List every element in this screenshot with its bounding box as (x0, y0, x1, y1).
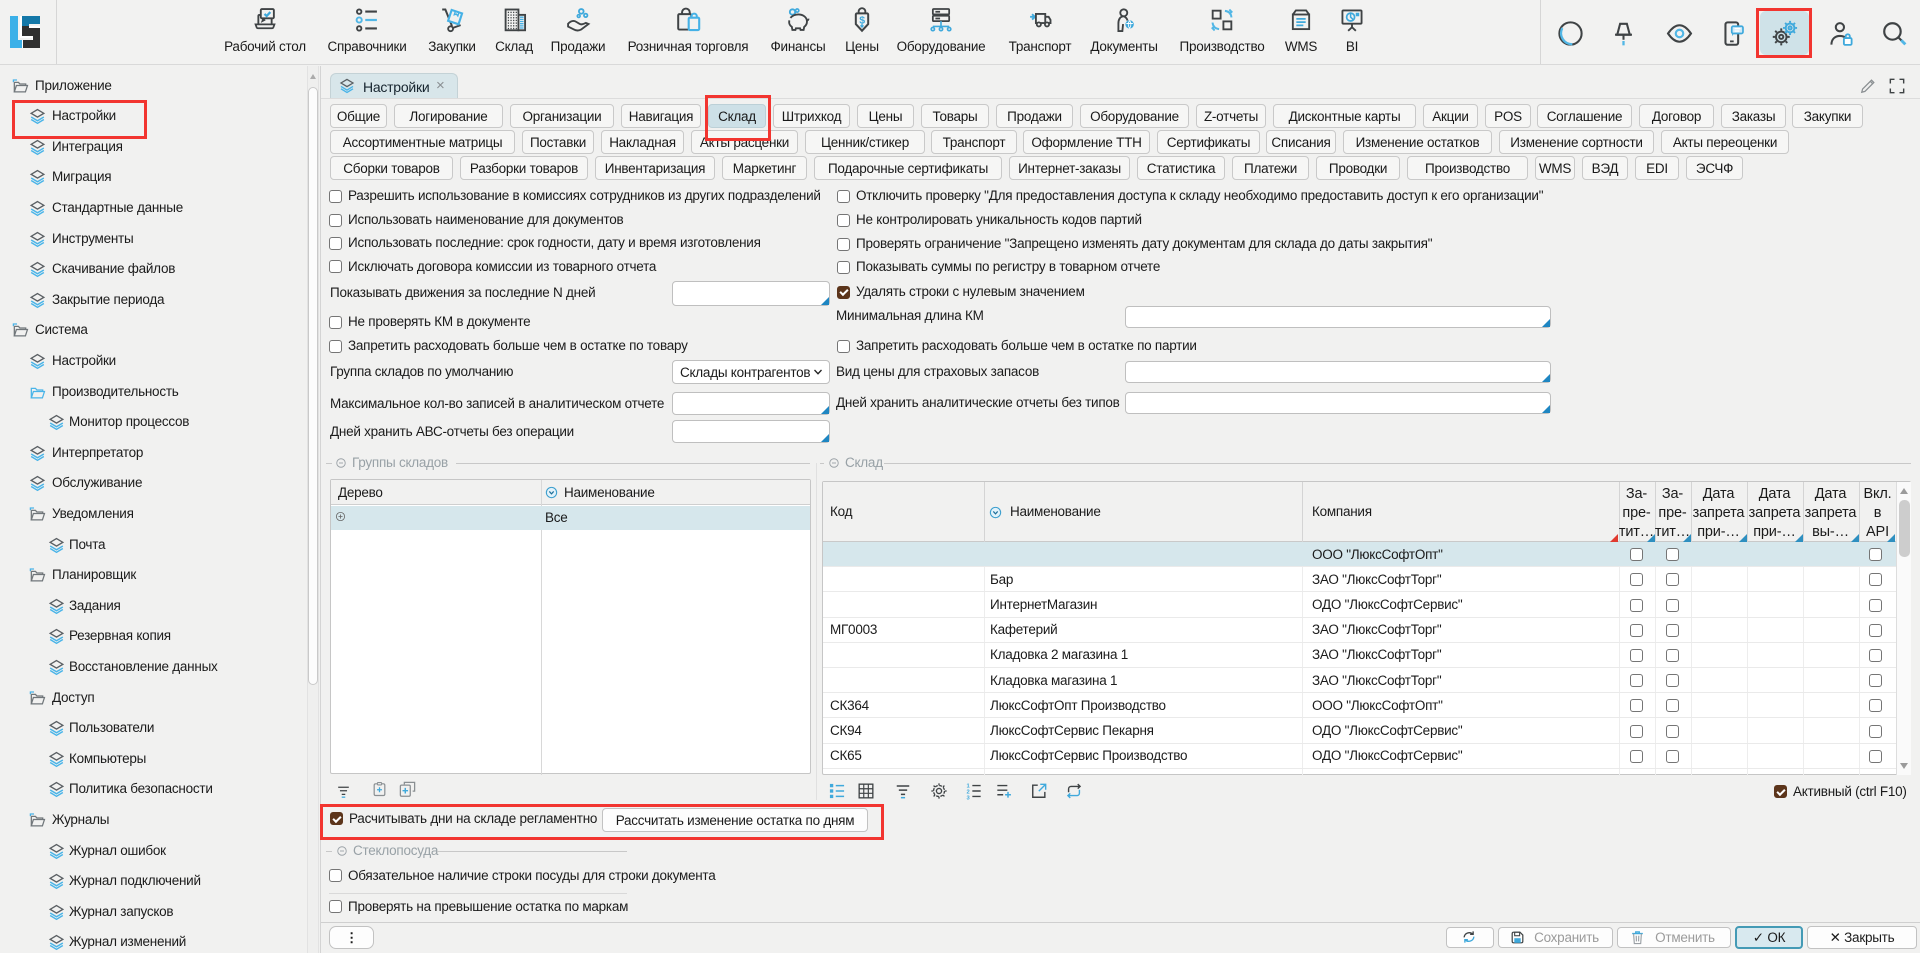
svg-text:3: 3 (967, 795, 971, 801)
